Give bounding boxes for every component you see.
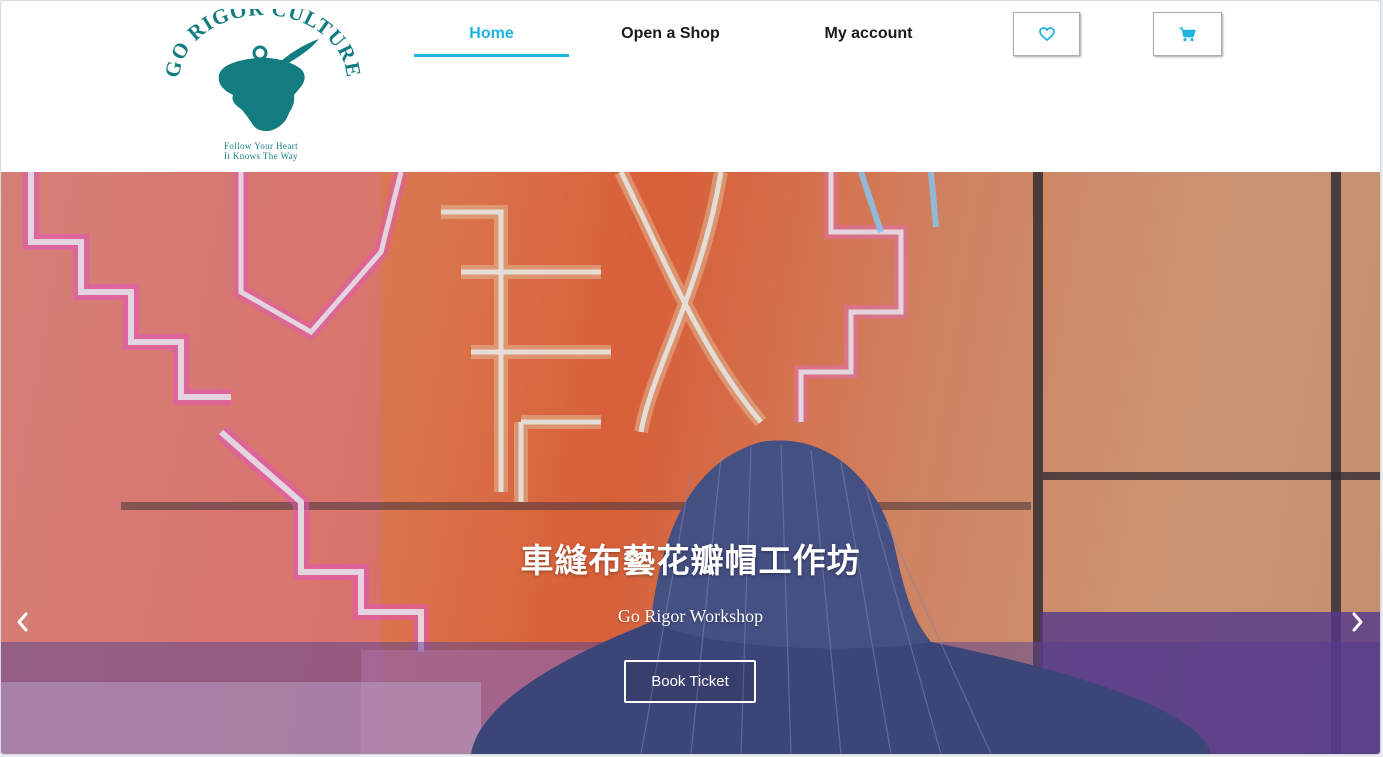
chevron-left-icon [17,612,28,632]
logo-emblem: GO RIGOR CULTURE [161,9,361,132]
logo-tagline-line-2: It Knows The Way [223,151,299,161]
cart-button[interactable] [1153,12,1222,56]
book-ticket-button[interactable]: Book Ticket [624,660,756,703]
wishlist-button[interactable] [1013,12,1080,56]
nav-active-indicator [414,54,569,57]
cart-icon [1179,27,1196,41]
chevron-right-icon [1352,612,1363,632]
hero-subtitle: Go Rigor Workshop [617,606,764,626]
carousel-prev-button[interactable] [11,608,35,636]
nav-my-account-label: My account [824,25,913,42]
heart-icon [1038,27,1055,41]
browser-viewport: GO RIGOR CULTURE Follow Your Heart It Kn… [0,0,1381,755]
nav-open-a-shop[interactable]: Open a Shop [593,21,748,57]
nav-home[interactable]: Home [414,21,569,57]
hero-title: 車縫布藝花瓣帽工作坊 [520,542,861,579]
carousel-next-button[interactable] [1345,608,1369,636]
brand-logo[interactable]: GO RIGOR CULTURE Follow Your Heart It Kn… [161,9,361,165]
logo-tagline-line-1: Follow Your Heart [223,141,299,151]
nav-my-account[interactable]: My account [791,21,946,57]
hero-carousel: 車縫布藝花瓣帽工作坊 Go Rigor Workshop Book Ticket [1,172,1380,754]
site-header: GO RIGOR CULTURE Follow Your Heart It Kn… [1,1,1380,172]
nav-open-a-shop-label: Open a Shop [621,25,720,42]
nav-home-label: Home [469,25,514,42]
